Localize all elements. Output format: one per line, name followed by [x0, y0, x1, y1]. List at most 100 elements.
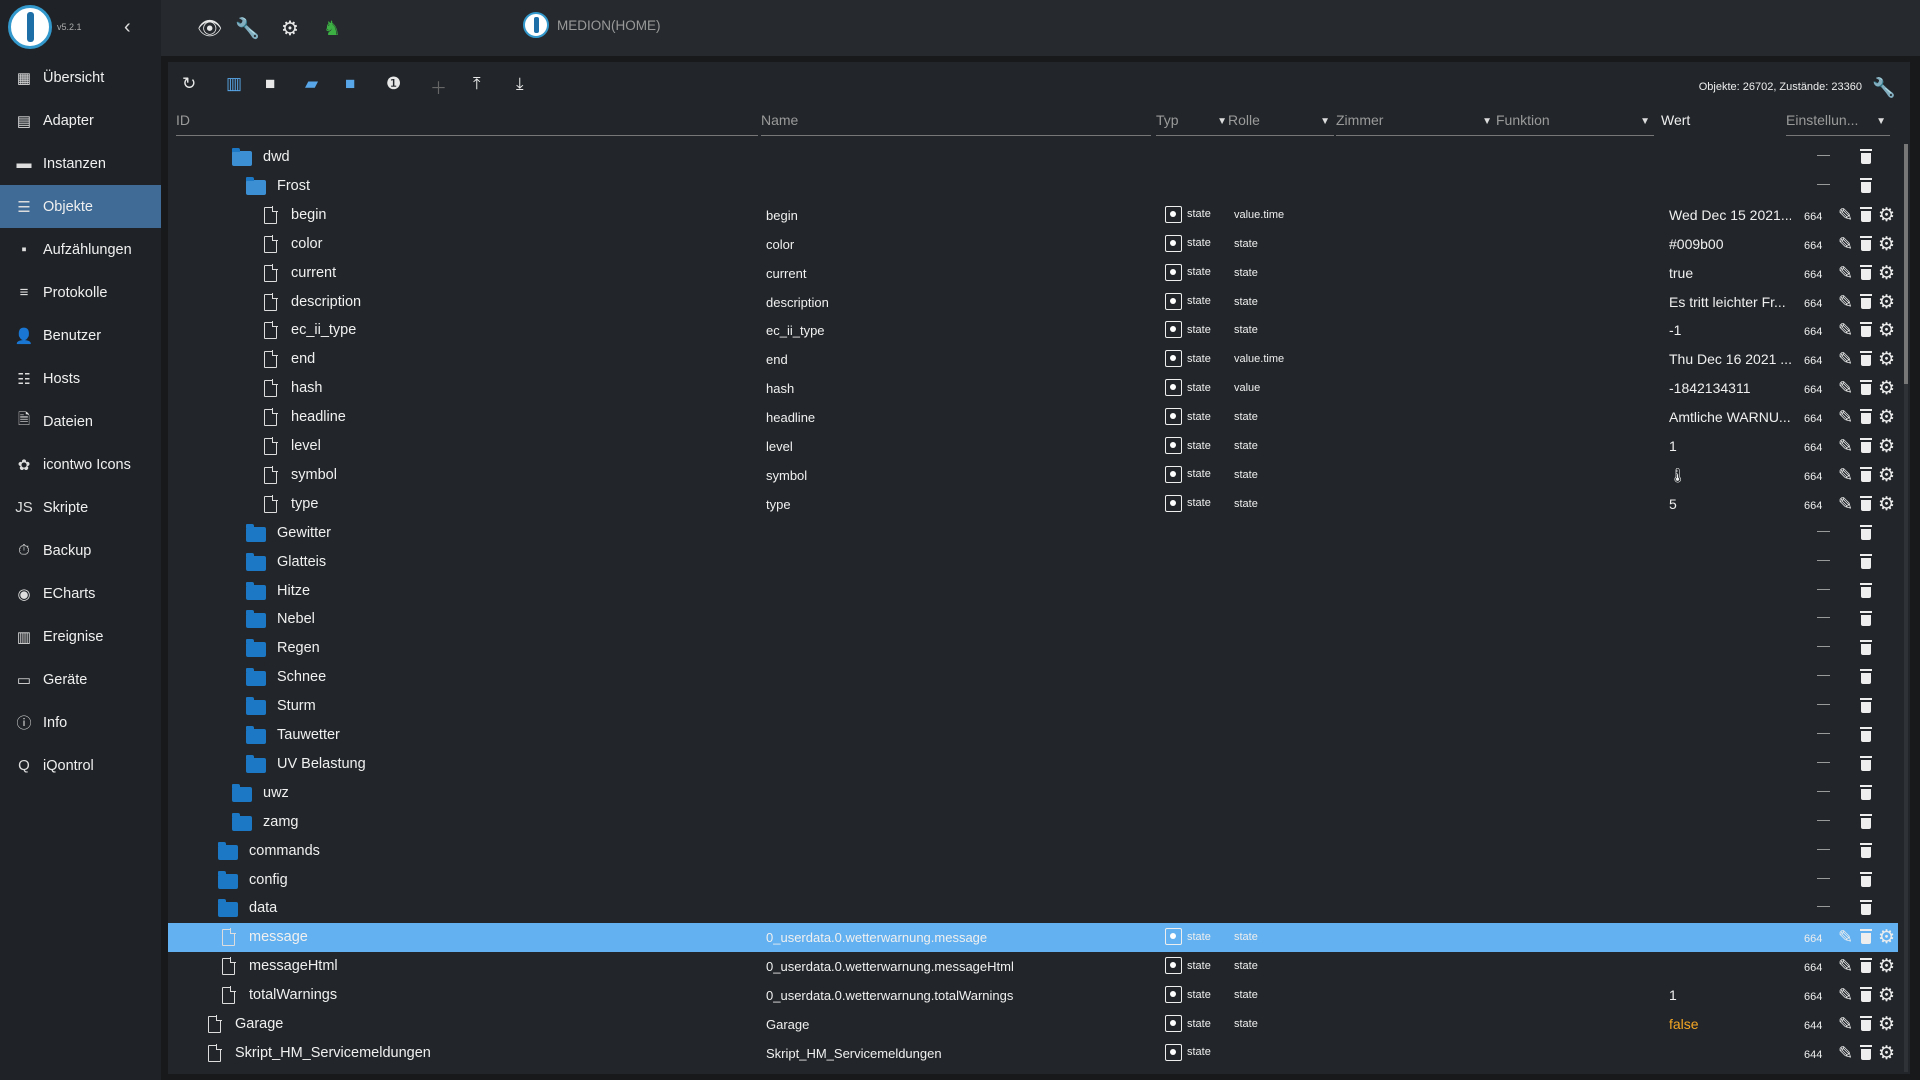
sidebar-item-15[interactable]: ⓘ Info [0, 701, 161, 744]
delete-icon[interactable] [1860, 698, 1872, 714]
settings-wrench-icon[interactable]: 🔧 [1872, 76, 1896, 100]
file-icon[interactable] [208, 1043, 222, 1062]
gear-icon[interactable]: ⚙ [1878, 1042, 1895, 1065]
folder-icon[interactable] [218, 870, 238, 889]
header-name[interactable]: Name [761, 112, 1151, 136]
folder-icon[interactable] [232, 783, 252, 802]
folder-icon[interactable] [246, 639, 266, 658]
upload-icon[interactable]: ⤒ [473, 74, 481, 94]
edit-icon[interactable]: ✎ [1838, 985, 1853, 1006]
row-value[interactable]: false [1669, 1016, 1791, 1032]
delete-icon[interactable] [1860, 149, 1872, 164]
sidebar-item-10[interactable]: JS Skripte [0, 486, 161, 529]
folder-icon[interactable] [246, 552, 266, 571]
delete-icon[interactable] [1860, 409, 1872, 425]
row-value[interactable]: -1 [1669, 322, 1791, 338]
row-value[interactable]: 5 [1669, 496, 1791, 512]
header-typ[interactable]: Typ ▼ [1156, 112, 1231, 136]
delete-icon[interactable] [1860, 1016, 1872, 1031]
edit-icon[interactable]: ✎ [1838, 407, 1853, 428]
delete-icon[interactable] [1860, 958, 1872, 974]
delete-icon[interactable] [1860, 784, 1872, 800]
gear-icon[interactable]: ⚙ [1878, 955, 1895, 978]
table-row[interactable]: Frost — [168, 172, 1898, 201]
wrench-icon[interactable]: 🔧 [235, 16, 260, 41]
file-icon[interactable] [264, 234, 278, 253]
table-row[interactable]: UV Belastung — [168, 750, 1898, 779]
edit-icon[interactable]: ✎ [1838, 205, 1853, 226]
folder-icon[interactable] [218, 841, 238, 860]
delete-icon[interactable] [1860, 264, 1872, 280]
row-value[interactable]: Amtliche WARNU... [1669, 409, 1791, 425]
iobroker-logo[interactable] [8, 5, 52, 49]
table-row[interactable]: Glatteis — [168, 548, 1898, 577]
sidebar-item-16[interactable]: QiQontrol [0, 744, 161, 787]
folder-icon[interactable] [246, 581, 266, 600]
table-row[interactable]: type type state state 5 664 ✎ ⚙ [168, 490, 1898, 519]
table-row[interactable]: commands — [168, 837, 1898, 866]
folder-icon[interactable] [246, 754, 266, 773]
expand-level-icon[interactable]: ❶ [386, 74, 401, 94]
table-row[interactable]: end end state value.time Thu Dec 16 2021 ...… [168, 345, 1898, 374]
delete-icon[interactable] [1860, 438, 1872, 453]
edit-icon[interactable]: ✎ [1838, 292, 1853, 313]
delete-icon[interactable] [1860, 669, 1872, 685]
table-row[interactable]: Tauwetter — [168, 721, 1898, 750]
collapse-sidebar-icon[interactable]: ‹ [124, 16, 131, 39]
sidebar-item-9[interactable]: ✿ icontwo Icons [0, 443, 161, 486]
delete-icon[interactable] [1860, 987, 1872, 1003]
table-row[interactable]: totalWarnings 0_userdata.0.wetterwarnung.… [168, 981, 1898, 1010]
sidebar-item-6[interactable]: 👤 Benutzer [0, 314, 161, 357]
edit-icon[interactable]: ✎ [1838, 234, 1853, 255]
header-zimmer[interactable]: Zimmer ▼ [1336, 112, 1496, 136]
file-icon[interactable] [264, 437, 278, 455]
header-rolle[interactable]: Rolle ▼ [1228, 112, 1334, 136]
gear-icon[interactable]: ⚙ [1878, 319, 1895, 342]
delete-icon[interactable] [1860, 206, 1872, 222]
folder-icon[interactable] [246, 523, 266, 542]
folder-icon[interactable] [246, 668, 266, 687]
edit-icon[interactable]: ✎ [1838, 378, 1853, 399]
edit-icon[interactable]: ✎ [1838, 1014, 1853, 1035]
delete-icon[interactable] [1860, 322, 1872, 338]
delete-icon[interactable] [1860, 466, 1872, 482]
sidebar-item-1[interactable]: ▤ Adapter [0, 99, 161, 142]
edit-icon[interactable]: ✎ [1838, 1043, 1853, 1064]
table-row[interactable]: Nebel — [168, 605, 1898, 634]
table-row[interactable]: Hitze — [168, 577, 1898, 606]
file-icon[interactable] [208, 1015, 222, 1033]
table-row[interactable]: Skript_HM_Servicemeldungen Skript_HM_Serv… [168, 1039, 1898, 1068]
row-value[interactable]: 1 [1669, 438, 1791, 454]
delete-icon[interactable] [1860, 553, 1872, 569]
file-icon[interactable] [264, 408, 278, 427]
table-row[interactable]: Gewitter — [168, 519, 1898, 548]
file-icon[interactable] [222, 957, 236, 976]
table-row[interactable]: data — [168, 894, 1898, 923]
gear-icon[interactable]: ⚙ [1878, 291, 1895, 314]
columns-icon[interactable]: ▥ [226, 74, 242, 94]
delete-icon[interactable] [1860, 524, 1872, 540]
gear-icon[interactable]: ⚙ [1878, 348, 1895, 371]
row-value[interactable]: 🌡 [1669, 467, 1791, 484]
row-value[interactable]: Es tritt leichter Fr... [1669, 294, 1791, 310]
sidebar-item-12[interactable]: ◉ ECharts [0, 572, 161, 615]
file-icon[interactable] [264, 292, 278, 311]
delete-icon[interactable] [1860, 727, 1872, 742]
gear-icon[interactable]: ⚙ [281, 16, 299, 41]
gear-icon[interactable]: ⚙ [1878, 926, 1895, 949]
file-icon[interactable] [264, 494, 278, 513]
table-row[interactable]: ec_ii_type ec_ii_type state state -1 664 ✎ ⚙ [168, 316, 1898, 345]
row-value[interactable]: -1842134311 [1669, 380, 1791, 396]
sidebar-item-4[interactable]: ▪ Aufzählungen [0, 228, 161, 271]
edit-icon[interactable]: ✎ [1838, 263, 1853, 284]
table-row[interactable]: Schnee — [168, 663, 1898, 692]
gear-icon[interactable]: ⚙ [1878, 204, 1895, 227]
folder-icon[interactable] [232, 812, 252, 831]
sidebar-item-11[interactable]: ⏱ Backup [0, 529, 161, 572]
file-icon[interactable] [264, 379, 278, 398]
row-value[interactable]: Thu Dec 16 2021 ... [1669, 351, 1791, 367]
file-icon[interactable] [264, 321, 278, 340]
delete-icon[interactable] [1860, 900, 1872, 916]
gear-icon[interactable]: ⚙ [1878, 493, 1895, 516]
table-row[interactable]: uwz — [168, 779, 1898, 808]
